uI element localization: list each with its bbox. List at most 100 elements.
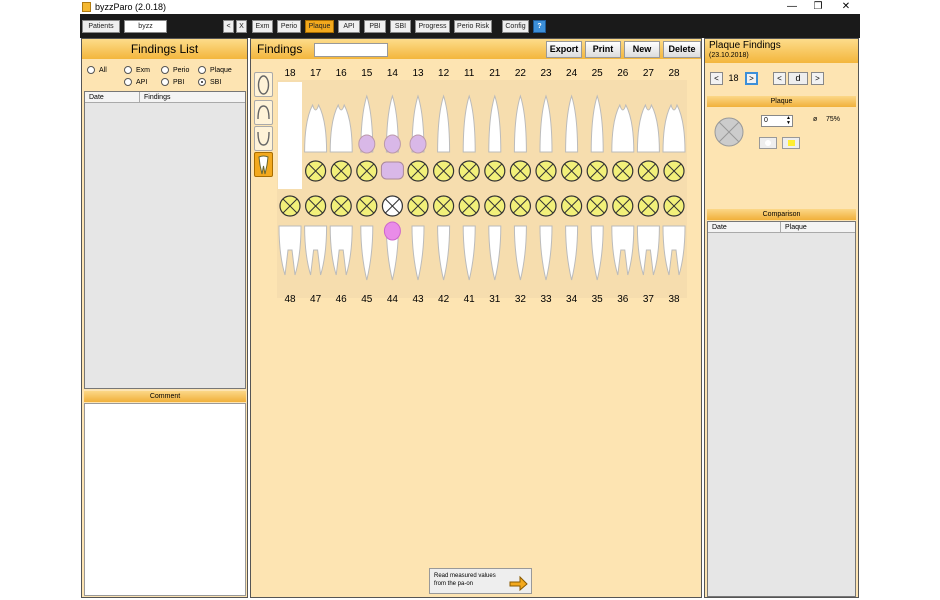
column-header-plaque[interactable]: Plaque xyxy=(781,222,855,233)
upper-tooth-number-11[interactable]: 11 xyxy=(459,68,479,79)
tab-pbi[interactable]: PBI xyxy=(364,20,386,33)
plaque-marker-12 xyxy=(433,160,455,182)
minimize-button[interactable]: — xyxy=(778,0,806,14)
plaque-marker-37 xyxy=(637,195,659,217)
plaque-findings-date: (23.10.2018) xyxy=(709,52,749,59)
upper-tooth-number-17[interactable]: 17 xyxy=(306,68,326,79)
tab-progress[interactable]: Progress xyxy=(415,20,450,33)
upper-jaw-view-button[interactable] xyxy=(254,72,273,97)
upper-jaw-icon xyxy=(257,75,270,95)
lower-tooth-42 xyxy=(437,225,451,281)
upper-tooth-number-18[interactable]: 18 xyxy=(280,68,300,79)
app-window: byzzParo (2.0.18) — ❐ ✕ Patients byzz < … xyxy=(80,0,860,600)
column-header-date[interactable]: Date xyxy=(708,222,781,233)
filter-sbi-radio[interactable]: SBI xyxy=(198,78,221,88)
plaque-marker-22 xyxy=(509,160,531,182)
lower-tooth-38 xyxy=(662,225,686,276)
tab-perio-risk[interactable]: Perio Risk xyxy=(454,20,492,33)
plaque-marker-28 xyxy=(663,160,685,182)
app-icon xyxy=(82,2,91,12)
findings-name-input[interactable] xyxy=(314,43,388,57)
filter-plaque-radio[interactable]: Plaque xyxy=(198,66,232,76)
upper-tooth-number-26[interactable]: 26 xyxy=(613,68,633,79)
filter-all-radio[interactable]: All xyxy=(87,66,107,76)
tab-perio[interactable]: Perio xyxy=(277,20,301,33)
plaque-marker-47 xyxy=(304,195,327,217)
upper-tooth-number-13[interactable]: 13 xyxy=(408,68,428,79)
filter-exm-radio[interactable]: Exm xyxy=(124,66,150,76)
plaque-marker-48 xyxy=(279,195,301,217)
upper-tooth-number-23[interactable]: 23 xyxy=(536,68,556,79)
help-button[interactable]: ? xyxy=(533,20,546,33)
radio-circle-icon xyxy=(124,78,132,87)
findings-title: Findings xyxy=(257,42,303,56)
comparison-table[interactable]: Date Plaque xyxy=(707,221,856,597)
upper-tooth-23 xyxy=(539,94,553,153)
upper-tooth-24 xyxy=(565,94,579,153)
findings-table[interactable]: Date Findings xyxy=(84,91,246,389)
upper-tooth-11 xyxy=(462,94,476,153)
export-button[interactable]: Export xyxy=(546,41,582,58)
upper-tooth-number-21[interactable]: 21 xyxy=(485,68,505,79)
plaque-marker-27 xyxy=(637,160,659,182)
plaque-marker-42 xyxy=(433,195,455,217)
filter-perio-radio[interactable]: Perio xyxy=(161,66,189,76)
teeth-chart-graphic[interactable] xyxy=(277,80,687,298)
patients-button[interactable]: Patients xyxy=(82,20,120,33)
tab-plaque[interactable]: Plaque xyxy=(305,20,334,33)
surface-prev-button[interactable]: < xyxy=(773,72,786,85)
plaque-marker-33 xyxy=(535,195,557,217)
surface-next-button[interactable]: > xyxy=(811,72,824,85)
patient-name-field[interactable]: byzz xyxy=(124,20,167,33)
tooth-icon xyxy=(258,155,269,175)
no-plaque-button[interactable] xyxy=(759,137,777,149)
close-patient-button[interactable]: X xyxy=(236,20,247,33)
new-button[interactable]: New xyxy=(624,41,660,58)
upper-tooth-number-27[interactable]: 27 xyxy=(638,68,658,79)
lower-tooth-37 xyxy=(636,225,660,276)
yellow-square-icon xyxy=(788,140,795,146)
upper-tooth-16 xyxy=(329,103,353,153)
read-values-button[interactable]: Read measured values from the pa-on xyxy=(429,568,532,594)
lower-tooth-36 xyxy=(611,225,635,276)
comment-header: Comment xyxy=(84,391,246,402)
tab-exm[interactable]: Exm xyxy=(252,20,273,33)
comment-textarea[interactable] xyxy=(84,403,246,596)
plaque-value-spinner[interactable]: 0 ▲ ▼ xyxy=(761,115,793,127)
upper-tooth-number-24[interactable]: 24 xyxy=(562,68,582,79)
plaque-average-symbol: ø xyxy=(813,116,818,123)
tooth-prev-button[interactable]: < xyxy=(710,72,723,85)
lower-arch-view-button[interactable] xyxy=(254,126,273,151)
tab-api[interactable]: API xyxy=(338,20,360,33)
plaque-tooth-diagram-icon[interactable] xyxy=(713,116,745,148)
filter-pbi-radio[interactable]: PBI xyxy=(161,78,184,88)
upper-tooth-number-22[interactable]: 22 xyxy=(510,68,530,79)
tooth-next-button[interactable]: > xyxy=(745,72,758,85)
lower-arch-icon xyxy=(257,131,270,146)
upper-tooth-number-14[interactable]: 14 xyxy=(382,68,402,79)
upper-tooth-number-15[interactable]: 15 xyxy=(357,68,377,79)
print-button[interactable]: Print xyxy=(585,41,621,58)
config-button[interactable]: Config xyxy=(502,20,529,33)
upper-tooth-17 xyxy=(304,103,328,153)
dental-chart: 18 17 16 15 14 13 12 11 21 22 23 24 25 26 27 28 48 47 46 4… xyxy=(277,68,687,305)
pen-import-icon xyxy=(509,575,528,592)
close-window-button[interactable]: ✕ xyxy=(832,0,860,14)
spinner-arrows-icon[interactable]: ▲ ▼ xyxy=(786,116,791,126)
tab-sbi[interactable]: SBI xyxy=(390,20,411,33)
column-header-date[interactable]: Date xyxy=(85,92,140,103)
arch-view-button[interactable] xyxy=(254,100,273,125)
upper-tooth-number-16[interactable]: 16 xyxy=(331,68,351,79)
upper-tooth-number-25[interactable]: 25 xyxy=(587,68,607,79)
maximize-button[interactable]: ❐ xyxy=(804,0,832,14)
tooth-view-button[interactable] xyxy=(254,152,273,177)
plaque-present-button[interactable] xyxy=(782,137,800,149)
lower-tooth-31 xyxy=(488,225,502,281)
lower-tooth-32 xyxy=(513,225,527,281)
column-header-findings[interactable]: Findings xyxy=(140,92,245,103)
upper-tooth-number-12[interactable]: 12 xyxy=(434,68,454,79)
delete-button[interactable]: Delete xyxy=(663,41,701,58)
filter-api-radio[interactable]: API xyxy=(124,78,147,88)
upper-tooth-number-28[interactable]: 28 xyxy=(664,68,684,79)
previous-button[interactable]: < xyxy=(223,20,234,33)
